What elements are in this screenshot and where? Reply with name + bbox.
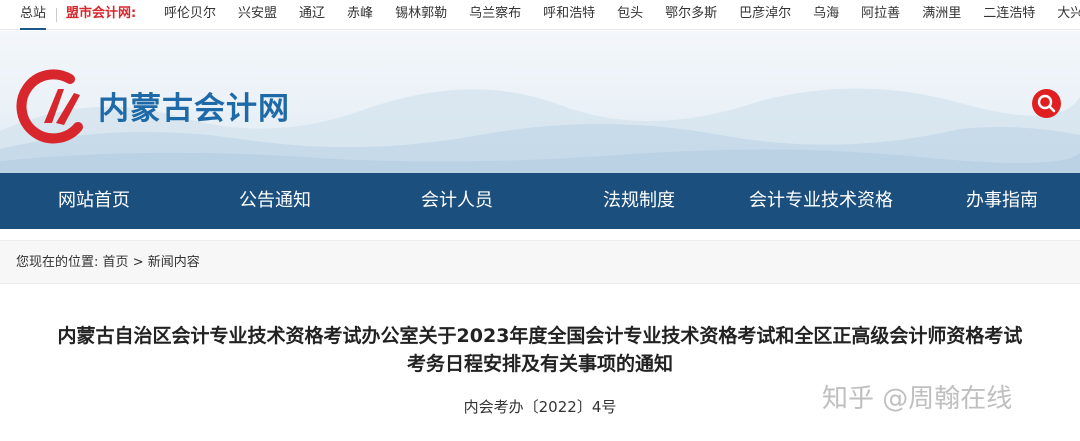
city-link[interactable]: 大兴安岭: [1057, 0, 1080, 30]
article-title-line1: 内蒙古自治区会计专业技术资格考试办公室关于2023年度全国会计专业技术资格考试和…: [57, 325, 1023, 347]
search-button[interactable]: [1032, 89, 1061, 118]
city-link[interactable]: 乌海: [813, 0, 839, 30]
city-link[interactable]: 锡林郭勒: [395, 0, 447, 30]
nav-home[interactable]: 网站首页: [58, 173, 130, 229]
site-name[interactable]: 内蒙古会计网: [98, 83, 290, 128]
nav-guide[interactable]: 办事指南: [966, 173, 1038, 229]
article-title: 内蒙古自治区会计专业技术资格考试办公室关于2023年度全国会计专业技术资格考试和…: [0, 322, 1080, 378]
city-link[interactable]: 鄂尔多斯: [665, 0, 717, 30]
city-bar: 总站 盟市会计网: 呼伦贝尔 兴安盟 通辽 赤峰 锡林郭勒 乌兰察布 呼和浩特 包头 鄂尔多斯巴…: [0, 0, 1080, 30]
city-link[interactable]: 赤峰: [347, 0, 373, 30]
city-link[interactable]: 呼和浩特: [543, 0, 595, 30]
city-link[interactable]: 二连浩特: [983, 0, 1035, 30]
breadcrumb-prefix: 您现在的位置:: [16, 255, 99, 270]
logo-icon[interactable]: [12, 67, 92, 147]
nav-regulations[interactable]: 法规制度: [603, 173, 675, 229]
city-link[interactable]: 巴彦淖尔: [739, 0, 791, 30]
city-network-label: 盟市会计网:: [66, 6, 137, 21]
nav-announcements[interactable]: 公告通知: [239, 173, 311, 229]
nav-qualifications[interactable]: 会计专业技术资格: [749, 173, 893, 229]
city-link[interactable]: 阿拉善: [861, 0, 900, 30]
city-link[interactable]: 兴安盟: [238, 0, 277, 30]
breadcrumb-current: 新闻内容: [147, 255, 200, 270]
watermark: 知乎 @周翰在线: [822, 384, 1013, 414]
divider: [56, 8, 57, 22]
city-link[interactable]: 呼伦贝尔: [164, 0, 216, 30]
article-title-line2: 考务日程安排及有关事项的通知: [406, 353, 673, 375]
city-link[interactable]: 通辽: [299, 0, 325, 30]
city-link[interactable]: 乌兰察布: [469, 0, 521, 30]
city-link[interactable]: 满洲里: [922, 0, 961, 30]
city-link[interactable]: 包头: [617, 0, 643, 30]
breadcrumb-home-link[interactable]: 首页: [103, 255, 129, 270]
search-icon: [1037, 94, 1056, 113]
nav-accountants[interactable]: 会计人员: [421, 173, 493, 229]
home-link[interactable]: 总站: [20, 0, 47, 30]
breadcrumb-separator: >: [132, 255, 144, 270]
article: 内蒙古自治区会计专业技术资格考试办公室关于2023年度全国会计专业技术资格考试和…: [0, 300, 1080, 416]
header-banner: 内蒙古会计网: [0, 31, 1080, 173]
main-nav: 网站首页 公告通知 会计人员 法规制度 会计专业技术资格 办事指南: [0, 173, 1080, 229]
city-list: 呼伦贝尔 兴安盟 通辽 赤峰 锡林郭勒 乌兰察布 呼和浩特 包头 鄂尔多斯 巴彦淖尔 乌海 阿拉善 满洲…: [164, 0, 1080, 30]
breadcrumb: 您现在的位置: 首页 > 新闻内容: [0, 240, 1080, 284]
